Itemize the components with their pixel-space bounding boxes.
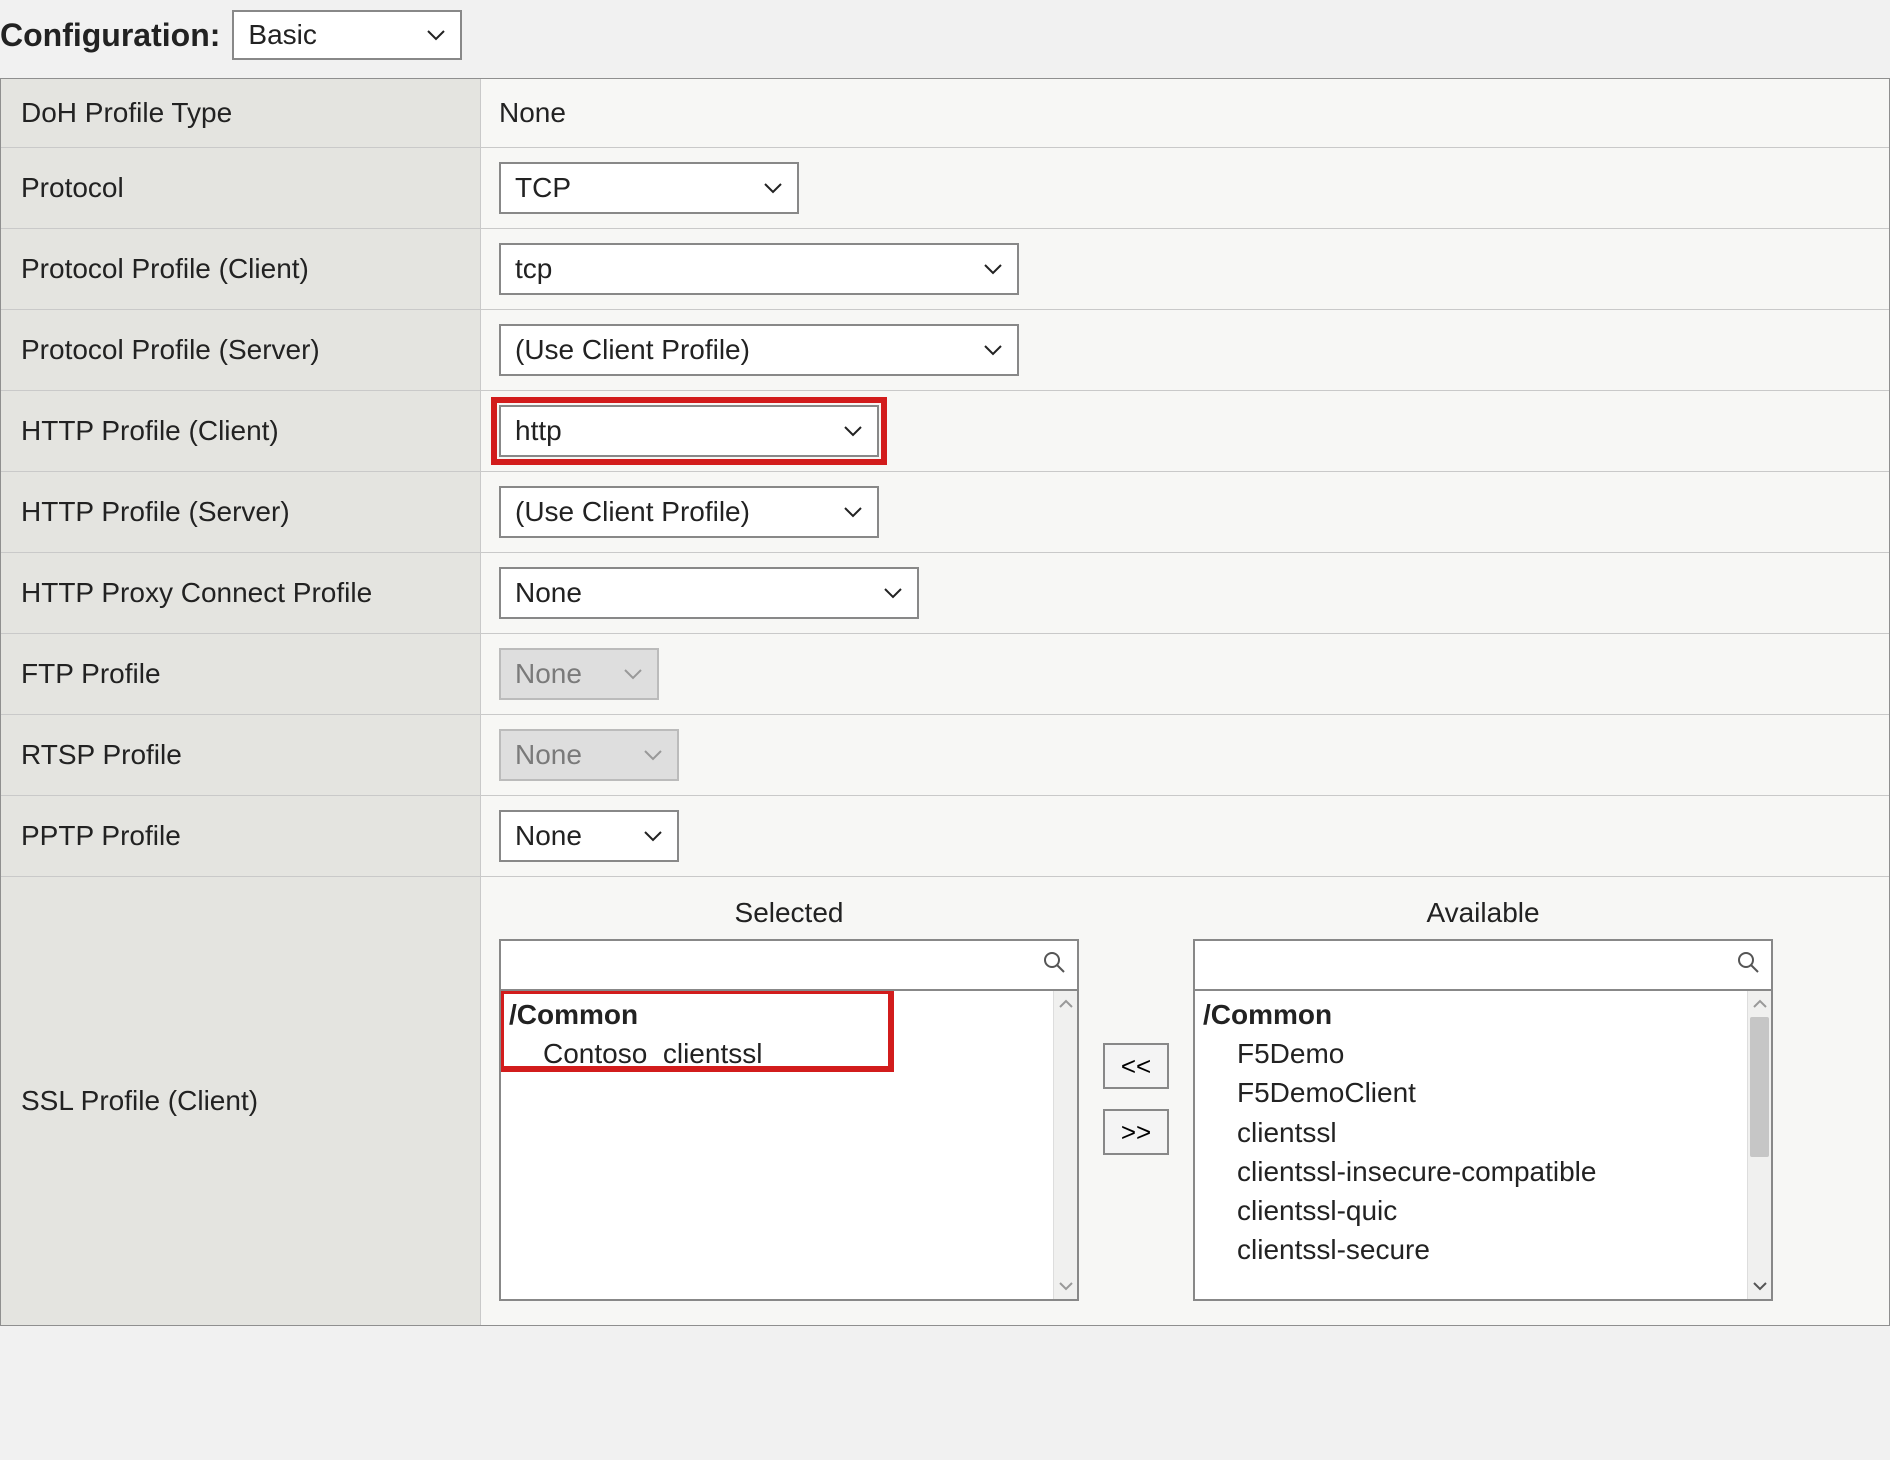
ftp-profile-select: None — [499, 648, 659, 700]
row-pptp-profile: PPTP Profile None — [1, 796, 1889, 877]
chevron-down-icon — [843, 505, 863, 519]
scroll-up-icon[interactable] — [1054, 991, 1077, 1017]
pptp-profile-select[interactable]: None — [499, 810, 679, 862]
scrollbar[interactable] — [1053, 991, 1077, 1299]
http-profile-client-value: http — [515, 415, 562, 447]
rtsp-profile-value: None — [515, 739, 582, 771]
http-proxy-connect-profile-value: None — [515, 577, 582, 609]
label-protocol: Protocol — [1, 148, 481, 228]
ssl-available-header: Available — [1193, 897, 1773, 939]
ssl-selected-group: /Common — [501, 991, 1053, 1034]
configuration-select[interactable]: Basic — [232, 10, 462, 60]
ssl-available-search[interactable] — [1193, 939, 1773, 991]
protocol-profile-client-select[interactable]: tcp — [499, 243, 1019, 295]
row-protocol-profile-server: Protocol Profile (Server) (Use Client Pr… — [1, 310, 1889, 391]
ssl-available-group: /Common — [1195, 991, 1747, 1034]
row-protocol: Protocol TCP — [1, 148, 1889, 229]
scroll-thumb[interactable] — [1750, 1017, 1769, 1157]
label-ssl-profile-client: SSL Profile (Client) — [1, 877, 481, 1325]
chevron-down-icon — [643, 829, 663, 843]
row-http-profile-server: HTTP Profile (Server) (Use Client Profil… — [1, 472, 1889, 553]
chevron-down-icon — [883, 586, 903, 600]
ftp-profile-value: None — [515, 658, 582, 690]
list-item[interactable]: clientssl — [1195, 1113, 1747, 1152]
rtsp-profile-select: None — [499, 729, 679, 781]
move-right-button[interactable]: >> — [1103, 1109, 1169, 1155]
search-icon — [1041, 949, 1067, 982]
configuration-table: DoH Profile Type None Protocol TCP Proto… — [0, 78, 1890, 1326]
row-rtsp-profile: RTSP Profile None — [1, 715, 1889, 796]
configuration-label: Configuration: — [0, 17, 232, 54]
list-item[interactable]: F5Demo — [1195, 1034, 1747, 1073]
scroll-up-icon[interactable] — [1748, 991, 1771, 1017]
protocol-profile-server-select[interactable]: (Use Client Profile) — [499, 324, 1019, 376]
chevron-down-icon — [426, 28, 446, 42]
chevron-down-icon — [643, 748, 663, 762]
row-ftp-profile: FTP Profile None — [1, 634, 1889, 715]
list-item[interactable]: Contoso_clientssl — [501, 1034, 1053, 1073]
list-item[interactable]: clientssl-insecure-compatible — [1195, 1152, 1747, 1191]
search-icon — [1735, 949, 1761, 982]
pptp-profile-value: None — [515, 820, 582, 852]
list-item[interactable]: clientssl-secure — [1195, 1230, 1747, 1269]
scroll-down-icon[interactable] — [1054, 1273, 1077, 1299]
ssl-selected-column: Selected /Common Contoso_clientssl — [499, 897, 1079, 1301]
chevron-down-icon — [623, 667, 643, 681]
label-rtsp-profile: RTSP Profile — [1, 715, 481, 795]
configuration-select-value: Basic — [248, 19, 316, 51]
chevron-down-icon — [843, 424, 863, 438]
value-doh-profile-type: None — [499, 97, 566, 129]
label-doh-profile-type: DoH Profile Type — [1, 79, 481, 147]
scrollbar[interactable] — [1747, 991, 1771, 1299]
label-pptp-profile: PPTP Profile — [1, 796, 481, 876]
label-http-profile-server: HTTP Profile (Server) — [1, 472, 481, 552]
move-left-button[interactable]: << — [1103, 1043, 1169, 1089]
http-proxy-connect-profile-select[interactable]: None — [499, 567, 919, 619]
row-http-profile-client: HTTP Profile (Client) http — [1, 391, 1889, 472]
http-profile-client-select[interactable]: http — [499, 405, 879, 457]
ssl-selected-header: Selected — [499, 897, 1079, 939]
chevron-down-icon — [983, 262, 1003, 276]
label-http-proxy-connect-profile: HTTP Proxy Connect Profile — [1, 553, 481, 633]
protocol-profile-server-value: (Use Client Profile) — [515, 334, 750, 366]
list-item[interactable]: clientssl-quic — [1195, 1191, 1747, 1230]
label-protocol-profile-client: Protocol Profile (Client) — [1, 229, 481, 309]
row-http-proxy-connect-profile: HTTP Proxy Connect Profile None — [1, 553, 1889, 634]
http-profile-server-value: (Use Client Profile) — [515, 496, 750, 528]
ssl-selected-search[interactable] — [499, 939, 1079, 991]
row-ssl-profile-client: SSL Profile (Client) Selected /Common — [1, 877, 1889, 1326]
list-item[interactable]: F5DemoClient — [1195, 1073, 1747, 1112]
http-profile-server-select[interactable]: (Use Client Profile) — [499, 486, 879, 538]
protocol-select[interactable]: TCP — [499, 162, 799, 214]
ssl-available-column: Available /Common F5Demo F5DemoClient — [1193, 897, 1773, 1301]
label-ftp-profile: FTP Profile — [1, 634, 481, 714]
protocol-profile-client-value: tcp — [515, 253, 552, 285]
ssl-selected-list[interactable]: /Common Contoso_clientssl — [499, 991, 1079, 1301]
scroll-down-icon[interactable] — [1748, 1273, 1771, 1299]
chevron-down-icon — [763, 181, 783, 195]
label-http-profile-client: HTTP Profile (Client) — [1, 391, 481, 471]
ssl-available-list[interactable]: /Common F5Demo F5DemoClient clientssl cl… — [1193, 991, 1773, 1301]
label-protocol-profile-server: Protocol Profile (Server) — [1, 310, 481, 390]
row-doh-profile-type: DoH Profile Type None — [1, 79, 1889, 148]
protocol-select-value: TCP — [515, 172, 571, 204]
row-protocol-profile-client: Protocol Profile (Client) tcp — [1, 229, 1889, 310]
chevron-down-icon — [983, 343, 1003, 357]
